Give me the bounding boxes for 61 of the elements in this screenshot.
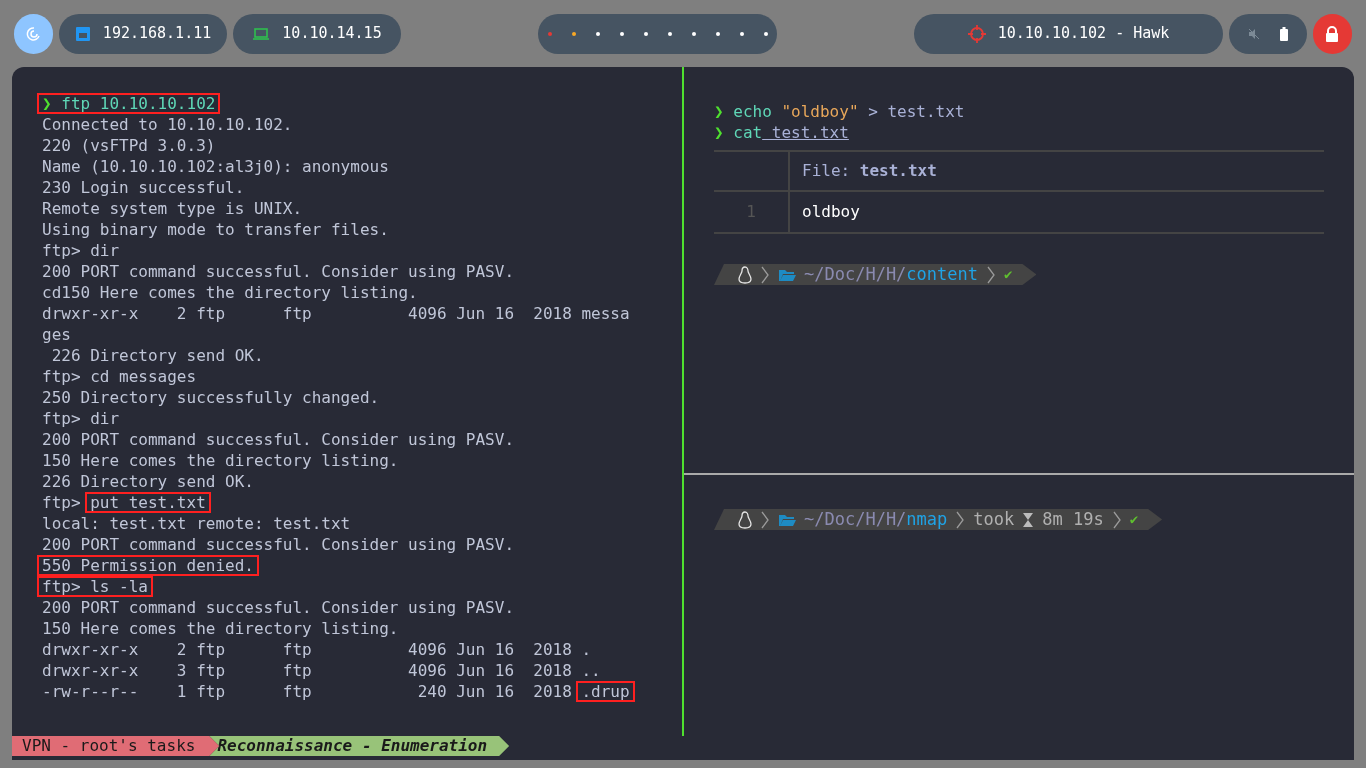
highlighted-text: ❯ ftp 10.10.10.102 [37,93,221,114]
output-text: 150 Here comes the directory listing. [42,618,399,639]
hourglass-icon [1022,511,1035,528]
command-line: ❯ cat test.txt [714,122,850,142]
chevron-icon [760,509,770,530]
lock-button[interactable] [1312,13,1352,54]
output-text: Connected to 10.10.10.102. [42,114,293,135]
output-text: local: test.txt remote: test.txt [42,513,351,534]
window-tab[interactable]: Reconnaissance - Enumeration [209,736,510,756]
output-text: 200 PORT command successful. Consider using PASV. [42,597,514,618]
distro-logo-button[interactable] [14,13,54,54]
highlighted-text: .drup [576,681,635,702]
network-icon [74,25,91,42]
output-text: ftp> dir [42,408,120,429]
duration-text: 8m 19s [1042,507,1104,531]
output-text: 200 PORT command successful. Consider using PASV. [42,429,514,450]
file-content-line: oldboy [801,201,860,223]
output-text: 226 Directory send OK. [50,345,264,366]
chevron-icon [986,264,996,285]
crosshair-icon [967,24,986,43]
output-text: 250 Directory successfully changed. [42,387,380,408]
ip-text: 10.10.14.15 [282,23,382,45]
output-text: cd150 Here comes the directory listing. [42,282,418,303]
status-check: ✔ [1129,510,1139,529]
output-text: Remote system type is UNIX. [42,198,303,219]
status-check: ✔ [1004,265,1013,284]
chevron-icon [955,509,966,530]
output-text: ftp> [42,492,82,513]
chevron-icon [760,264,770,285]
output-text: 150 Here comes the directory listing. [42,450,399,471]
output-text: ftp> dir [42,240,120,261]
highlighted-text: 550 Permission denied. [37,555,259,576]
output-text: Name (10.10.10.102:al3j0): anonymous [42,156,389,177]
swirl-icon [24,24,43,43]
highlighted-text: put test.txt [85,492,211,513]
battery-icon[interactable] [1279,26,1288,41]
folder-icon [778,267,796,282]
path-text: ~/Doc/H/H/nmap [804,507,948,531]
output-text: 200 PORT command successful. Consider using PASV. [42,534,514,555]
lock-icon [1325,25,1340,42]
folder-icon [778,512,796,527]
output-text: 226 Directory send OK. [42,471,254,492]
ip-text: 192.168.1.11 [102,23,212,45]
laptop-icon [252,26,271,41]
output-text: ftp> cd messages [42,366,197,387]
took-label: took [973,507,1015,531]
output-text: 230 Login successful. [42,177,245,198]
output-text: -rw-r--r-- 1 ftp ftp 240 Jun 16 2018 [42,681,573,702]
file-header: File: test.txt [801,160,937,182]
output-text: 200 PORT command successful. Consider using PASV. [42,261,514,282]
path-text: ~/Doc/H/H/content [804,262,978,286]
chevron-icon [1111,509,1122,530]
output-text: drwxr-xr-x 2 ftp ftp 4096 Jun 16 2018 messa [42,303,630,324]
output-text: Using binary mode to transfer files. [42,219,389,240]
command-line: ❯ echo "oldboy" > test.txt [714,101,966,121]
output-text: drwxr-xr-x 3 ftp ftp 4096 Jun 16 2018 .. [42,660,601,681]
target-text: 10.10.10.102 - Hawk [997,23,1170,45]
output-text: ges [42,324,71,345]
output-text: 220 (vsFTPd 3.0.3) [42,135,216,156]
output-text: drwxr-xr-x 2 ftp ftp 4096 Jun 16 2018 . [42,639,592,660]
highlighted-text: ftp> ls -la [37,576,153,597]
